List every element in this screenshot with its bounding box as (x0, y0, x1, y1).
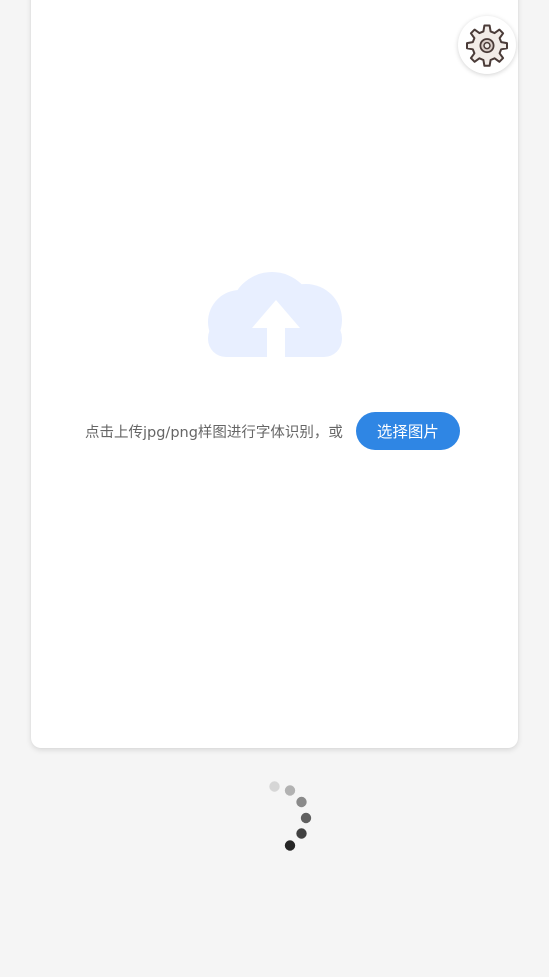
loading-spinner-icon (269, 781, 312, 851)
upload-row: 点击上传jpg/png样图进行字体识别，或 选择图片 (85, 412, 460, 450)
settings-button[interactable] (458, 16, 516, 74)
cloud-upload-icon[interactable] (206, 270, 346, 360)
spinner-dot (300, 812, 312, 824)
upload-card[interactable] (31, 0, 518, 748)
spinner-dot (296, 828, 307, 839)
spinner-dot (296, 796, 307, 808)
gear-icon (466, 24, 508, 67)
choose-image-button[interactable]: 选择图片 (355, 412, 460, 450)
spinner-dot (284, 840, 296, 851)
spinner-dot (284, 785, 296, 796)
upload-hint: 点击上传jpg/png样图进行字体识别，或 (85, 424, 343, 441)
spinner-dot (269, 781, 280, 792)
